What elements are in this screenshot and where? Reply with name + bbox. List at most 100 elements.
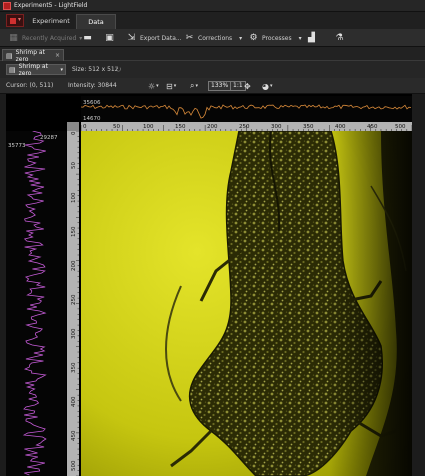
view-bar: ▤ Shrimp at zero ▾ Size: 512 x 512 ↻: [0, 61, 425, 78]
display-toolbar: Cursor: (0, 511) Intensity: 30844 ☼ ▾ ⊟ ▾ …: [0, 78, 425, 94]
corrections-icon: ✂: [185, 32, 194, 43]
x-tick-label: 450: [367, 124, 378, 130]
app-tab-row: ▾ Experiment Data: [0, 12, 425, 29]
export-data-label: Export Data...: [140, 34, 182, 42]
y-tick-label: 350: [71, 362, 77, 373]
vertical-ruler-svg: 0 50 100 150 200 250 300 350 400 450 500: [71, 130, 79, 476]
x-tick-label: 200: [207, 124, 218, 130]
vertical-ruler: 0 50 100 150 200 250 300 350 400 450 500: [67, 130, 79, 476]
image-workspace: 35606 14670 0 50 100 150 200 250 300 350…: [0, 94, 425, 476]
dataset-select[interactable]: ▤ Shrimp at zero ▾: [6, 62, 66, 77]
save-icon: ▣: [105, 32, 114, 43]
export-data-button[interactable]: ⇲ Export Data...: [126, 31, 182, 45]
layout-icon: ▟: [308, 32, 315, 43]
vertical-profile-line: [22, 130, 47, 476]
document-tab-bar: ▤ Shrimp at zero ×: [0, 47, 425, 63]
y-tick-label: 200: [71, 260, 77, 271]
x-tick-label: 400: [335, 124, 346, 130]
horizontal-profile-line: [80, 104, 412, 119]
horizontal-ruler-svg: 0 50 100 150 200 250 300 350 400 450 500: [80, 124, 413, 131]
chevron-down-icon: ▾: [60, 66, 63, 73]
folder-icon: ▬: [83, 32, 92, 43]
fit-button[interactable]: ✥: [244, 80, 251, 92]
open-folder-button[interactable]: ▬: [82, 31, 93, 45]
chevron-down-icon: ▾: [156, 83, 159, 89]
cursor-readout: Cursor: (0, 511): [6, 82, 54, 89]
move-icon: ✥: [244, 81, 251, 91]
document-tab[interactable]: ▤ Shrimp at zero ×: [2, 49, 64, 63]
x-tick-label: 350: [303, 124, 314, 130]
y-tick-label: 500: [71, 460, 77, 471]
zoom-button[interactable]: ⌕ ▾: [190, 80, 198, 92]
color-palette-button[interactable]: ◕ ▾: [262, 80, 273, 92]
chevron-down-icon: ▾: [173, 83, 177, 89]
zoom-icon: ⌕: [190, 81, 195, 90]
x-tick-label: 500: [395, 124, 406, 130]
recently-acquired-button[interactable]: ▦ Recently Acquired ▾: [8, 31, 82, 45]
layout-button[interactable]: ▟: [306, 31, 317, 45]
app-icon: [3, 2, 11, 10]
chevron-down-icon: ▾: [18, 16, 22, 23]
processes-label: Processes: [262, 34, 292, 42]
image-view[interactable]: [81, 131, 412, 476]
compare-button[interactable]: ⚗: [334, 31, 345, 45]
compare-icon: ⚗: [335, 32, 344, 43]
y-tick-label: 400: [71, 396, 77, 407]
y-tick-label: 450: [71, 430, 77, 441]
brightness-icon: ☼: [148, 81, 156, 91]
shrimp-image: [81, 131, 412, 476]
window-title: Experiment5 - LightField: [14, 2, 88, 9]
vertical-profile-svg: 29287 35773: [8, 130, 58, 476]
refresh-icon[interactable]: ↻: [115, 65, 122, 74]
vertical-profile-plot[interactable]: 29287 35773: [6, 130, 66, 476]
close-icon[interactable]: ×: [55, 52, 60, 59]
right-margin: [412, 94, 425, 476]
y-tick-label: 250: [71, 294, 77, 305]
main-toolbar: ▦ Recently Acquired ▾ ▬ ▣ ⇲ Export Data.…: [0, 29, 425, 47]
corrections-label: Corrections: [198, 34, 233, 42]
chevron-down-icon: ▾: [269, 83, 273, 89]
y-tick-label: 50: [71, 162, 77, 169]
app-menu-button[interactable]: ▾: [6, 14, 24, 27]
palette-icon: ◕: [262, 81, 269, 91]
tab-experiment[interactable]: Experiment: [28, 14, 74, 29]
dataset-select-value: Shrimp at zero: [18, 62, 48, 77]
x-tick-label: 150: [175, 124, 186, 130]
brightness-button[interactable]: ☼ ▾: [148, 80, 159, 92]
chevron-down-icon: ▾: [239, 34, 243, 42]
save-button[interactable]: ▣: [104, 31, 115, 45]
horizontal-ruler: 0 50 100 150 200 250 300 350 400 450 500: [80, 122, 413, 131]
y-tick-label: 0: [71, 131, 77, 135]
y-tick-label: 150: [71, 226, 77, 237]
x-tick-label: 50: [113, 124, 120, 130]
chevron-down-icon: ▾: [195, 83, 198, 89]
view-mode-icon: ⊟: [166, 81, 173, 91]
recent-icon: ▦: [9, 32, 18, 43]
title-bar: Experiment5 - LightField: [0, 0, 425, 12]
vprofile-max-label: 29287: [40, 135, 58, 141]
x-tick-label: 0: [83, 124, 87, 130]
document-icon: ▤: [6, 51, 13, 60]
corrections-button[interactable]: ✂ Corrections ▾: [184, 31, 242, 45]
chevron-down-icon: ▾: [298, 34, 302, 42]
export-icon: ⇲: [127, 32, 136, 43]
hprofile-max-label: 35606: [83, 100, 101, 106]
x-tick-label: 300: [271, 124, 282, 130]
view-mode-button[interactable]: ⊟ ▾: [166, 80, 176, 92]
horizontal-profile-plot[interactable]: 35606 14670: [80, 96, 412, 122]
processes-button[interactable]: ⚙ Processes ▾: [248, 31, 302, 45]
vignette: [81, 131, 412, 476]
x-tick-label: 250: [239, 124, 250, 130]
ruler-corner: [67, 122, 79, 131]
recently-acquired-label: Recently Acquired: [22, 34, 77, 42]
zoom-level[interactable]: 133%: [208, 81, 232, 91]
intensity-readout: Intensity: 30844: [68, 82, 117, 89]
horizontal-profile-svg: 35606 14670: [80, 100, 412, 122]
y-tick-label: 300: [71, 328, 77, 339]
x-tick-label: 100: [143, 124, 154, 130]
document-icon: ▤: [9, 65, 16, 74]
processes-icon: ⚙: [249, 32, 258, 43]
y-tick-label: 100: [71, 192, 77, 203]
app-logo-icon: [10, 18, 16, 24]
tab-data[interactable]: Data: [76, 14, 116, 29]
